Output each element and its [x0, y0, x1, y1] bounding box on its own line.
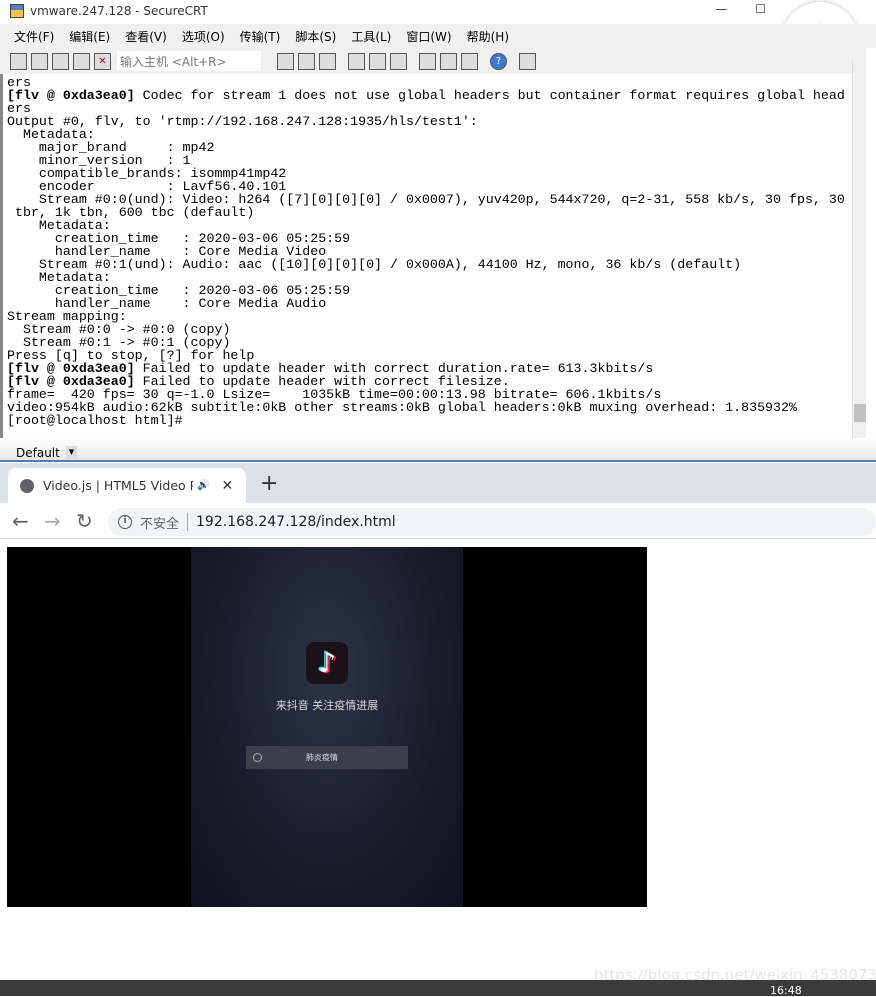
menu-item[interactable]: 脚本(S)	[295, 28, 336, 45]
globe-icon	[20, 478, 34, 493]
help-icon[interactable]: ?	[490, 52, 507, 70]
new-tab-button[interactable]: +	[260, 471, 278, 496]
connect-in-tab-icon[interactable]	[52, 52, 69, 70]
maximize-button[interactable]: ☐	[755, 2, 766, 16]
minimize-button[interactable]: —	[715, 2, 727, 16]
back-button[interactable]: ←	[12, 509, 29, 533]
scrollbar-thumb[interactable]	[854, 404, 866, 422]
video-player[interactable]: ♪ 来抖音 关注疫情进展 肺炎疫情	[7, 547, 647, 907]
browser-nav-bar: ← → ↻ i 不安全 192.168.247.128/index.html	[0, 503, 876, 539]
quick-connect-icon[interactable]	[31, 52, 48, 70]
taskbar	[0, 980, 876, 996]
video-search-box: 肺炎疫情	[246, 746, 408, 769]
printer-icon[interactable]	[390, 52, 407, 70]
session-tab-default[interactable]: Default	[16, 446, 60, 460]
divider	[187, 513, 189, 531]
url-text[interactable]: 192.168.247.128/index.html	[196, 514, 396, 530]
window-title: vmware.247.128 - SecureCRT	[30, 4, 208, 18]
address-bar[interactable]: i 不安全 192.168.247.128/index.html	[108, 508, 876, 536]
browser-tab-strip: Video.js | HTML5 Video Player 🔊 ✕ +	[0, 463, 876, 503]
terminal-line: tbr, 1k tbn, 600 tbc (default)	[7, 206, 852, 219]
session-dropdown-icon[interactable]: ▼	[66, 446, 77, 459]
quick-connect-input[interactable]: 输入主机 <Alt+R>	[117, 51, 261, 71]
menu-item[interactable]: 选项(O)	[182, 28, 225, 45]
menu-item[interactable]: 文件(F)	[14, 28, 54, 45]
sftp-icon[interactable]	[519, 52, 536, 70]
menu-bar: 文件(F) 编辑(E) 查看(V) 选项(O) 传输(T) 脚本(S) 工具(L) 窗口(W)…	[0, 24, 876, 48]
print-selection-icon[interactable]	[369, 52, 386, 70]
terminal-line: Output #0, flv, to 'rtmp://192.168.247.1…	[7, 115, 852, 128]
tiktok-logo-icon: ♪	[306, 642, 348, 684]
reload-button[interactable]: ↻	[76, 509, 93, 533]
print-screen-icon[interactable]	[348, 52, 365, 70]
reconnect-icon[interactable]	[73, 52, 90, 70]
menu-item[interactable]: 窗口(W)	[406, 28, 451, 45]
securecrt-app-icon	[10, 4, 24, 18]
terminal-line-text: Codec for stream 1 does not use global h…	[134, 88, 845, 103]
taskbar-clock[interactable]: 16:48	[770, 984, 802, 997]
forward-button[interactable]: →	[44, 509, 61, 533]
window-controls: — ☐	[715, 2, 766, 16]
video-search-text: 肺炎疫情	[306, 753, 338, 762]
key-icon[interactable]	[461, 52, 478, 70]
menu-item[interactable]: 帮助(H)	[467, 28, 509, 45]
connect-icon[interactable]	[10, 52, 27, 70]
terminal-line: [flv @ 0xda3ea0] Codec for stream 1 does…	[7, 89, 852, 102]
video-frame: ♪ 来抖音 关注疫情进展 肺炎疫情	[191, 547, 463, 907]
terminal-output[interactable]: ers [flv @ 0xda3ea0] Codec for stream 1 d…	[0, 74, 852, 438]
global-options-icon[interactable]	[440, 52, 457, 70]
terminal-line: Stream #0:1(und): Audio: aac ([10][0][0]…	[7, 258, 852, 271]
paste-icon[interactable]	[298, 52, 315, 70]
terminal-scrollbar[interactable]	[852, 60, 866, 438]
terminal-line-text: Stream #0:1(und): Audio: aac ([10][0][0]…	[7, 257, 742, 272]
close-tab-icon[interactable]: ✕	[221, 478, 233, 494]
search-icon	[253, 753, 262, 762]
copy-icon[interactable]	[277, 52, 294, 70]
info-icon[interactable]: i	[118, 515, 132, 529]
find-binoculars-icon[interactable]	[319, 52, 336, 70]
speaker-icon[interactable]: 🔊	[197, 480, 209, 491]
video-slogan: 来抖音 关注疫情进展	[275, 699, 379, 712]
menu-item[interactable]: 工具(L)	[351, 28, 391, 45]
terminal-line: handler_name : Core Media Audio	[7, 297, 852, 310]
disconnect-icon[interactable]: ✕	[94, 52, 111, 70]
menu-item[interactable]: 查看(V)	[125, 28, 167, 45]
terminal-line: [root@localhost html]#	[7, 414, 852, 427]
session-options-icon[interactable]	[419, 52, 436, 70]
toolbar: ✕ 输入主机 <Alt+R> ?	[0, 48, 866, 74]
session-tab-bar: Default ▼	[0, 438, 876, 462]
not-secure-label[interactable]: 不安全	[140, 513, 179, 532]
browser-tab[interactable]: Video.js | HTML5 Video Player 🔊 ✕	[8, 468, 246, 503]
tab-title: Video.js | HTML5 Video Player	[43, 478, 193, 493]
menu-item[interactable]: 编辑(E)	[69, 28, 110, 45]
terminal-line-text: [root@localhost html]#	[7, 413, 191, 428]
menu-item[interactable]: 传输(T)	[240, 28, 281, 45]
